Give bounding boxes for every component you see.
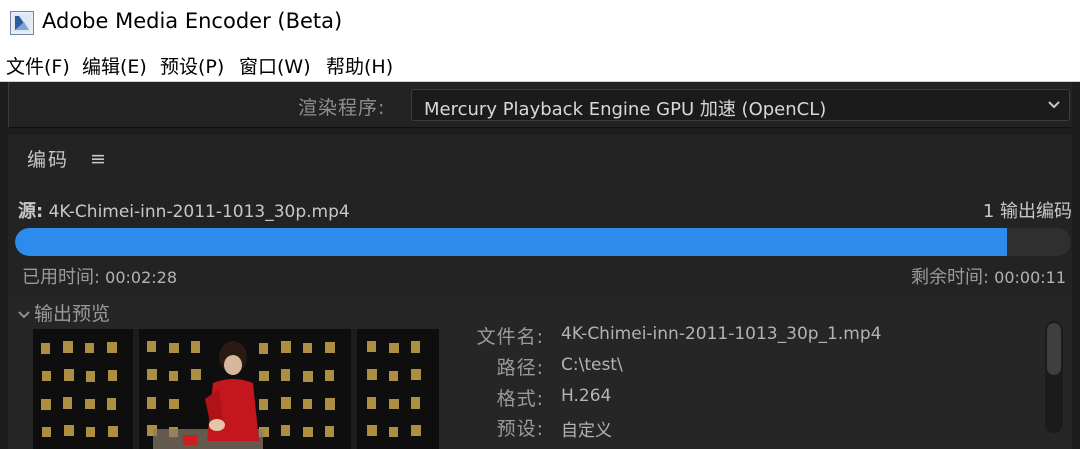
chevron-down-icon: [18, 311, 30, 319]
info-path-label-wrap: 路径:: [444, 353, 544, 379]
elapsed-time-value: 00:02:28: [105, 268, 178, 287]
menu-edit[interactable]: 编辑(E): [82, 52, 147, 79]
remaining-time: 剩余时间: 00:00:11: [911, 263, 1066, 289]
hamburger-menu-icon[interactable]: ≡: [90, 148, 106, 170]
output-preview-title: 输出预览: [34, 303, 111, 325]
source-line: 源: 4K-Chimei-inn-2011-1013_30p.mp4: [18, 197, 350, 223]
adobe-media-encoder-icon: [10, 11, 34, 35]
title-bar: Adobe Media Encoder (Beta): [0, 0, 1080, 46]
app-workspace: 渲染程序: Mercury Playback Engine GPU 加速 (Op…: [0, 82, 1080, 449]
info-preset-label-wrap: 预设:: [444, 414, 544, 440]
menu-bar: 文件(F) 编辑(E) 预设(P) 窗口(W) 帮助(H): [0, 46, 1080, 82]
menu-window[interactable]: 窗口(W): [239, 52, 311, 79]
menu-file[interactable]: 文件(F): [6, 52, 70, 79]
elapsed-time: 已用时间: 00:02:28: [22, 263, 177, 289]
renderer-dropdown[interactable]: Mercury Playback Engine GPU 加速 (OpenCL): [411, 89, 1070, 121]
output-count: 1 输出编码: [982, 201, 1072, 222]
info-preset-value: 自定义: [561, 421, 612, 441]
info-filename-label-wrap: 文件名:: [444, 322, 544, 348]
info-path-value: C:\test\: [561, 355, 623, 375]
preview-scrollbar-thumb[interactable]: [1047, 323, 1061, 375]
encoding-progress-bar: [15, 228, 1071, 256]
encoding-progress-fill: [15, 228, 1007, 256]
renderer-label: 渲染程序:: [298, 97, 386, 119]
source-filename: 4K-Chimei-inn-2011-1013_30p.mp4: [48, 202, 350, 222]
info-format-value: H.264: [561, 386, 612, 406]
output-preview-toggle[interactable]: 输出预览: [18, 299, 110, 326]
renderer-selected-value: Mercury Playback Engine GPU 加速 (OpenCL): [424, 99, 827, 120]
menu-help[interactable]: 帮助(H): [326, 52, 393, 79]
encoding-panel: 编码 ≡ 源: 4K-Chimei-inn-2011-1013_30p.mp4 …: [8, 135, 1072, 449]
window-title: Adobe Media Encoder (Beta): [42, 9, 343, 33]
output-preview-thumbnail: [33, 329, 439, 449]
preview-scrollbar[interactable]: [1045, 321, 1063, 433]
info-path-label: 路径:: [496, 357, 544, 379]
remaining-time-value: 00:00:11: [994, 268, 1066, 287]
renderer-panel: 渲染程序: Mercury Playback Engine GPU 加速 (Op…: [8, 82, 1072, 128]
info-filename-label: 文件名:: [476, 326, 544, 348]
menu-presets[interactable]: 预设(P): [160, 52, 224, 79]
elapsed-time-label: 已用时间:: [22, 267, 101, 288]
source-label: 源:: [18, 201, 44, 222]
encoding-panel-title: 编码: [27, 149, 70, 171]
remaining-time-label: 剩余时间:: [910, 267, 990, 288]
info-filename-value: 4K-Chimei-inn-2011-1013_30p_1.mp4: [561, 324, 882, 344]
info-format-label-wrap: 格式:: [444, 384, 544, 410]
chevron-down-icon: [1048, 101, 1060, 109]
output-preview-section: 输出预览 文件名: 4K-Chimei-inn-2011-1013_30p_1.…: [8, 295, 1072, 449]
info-format-label: 格式:: [496, 388, 544, 410]
info-preset-label: 预设:: [496, 418, 544, 440]
